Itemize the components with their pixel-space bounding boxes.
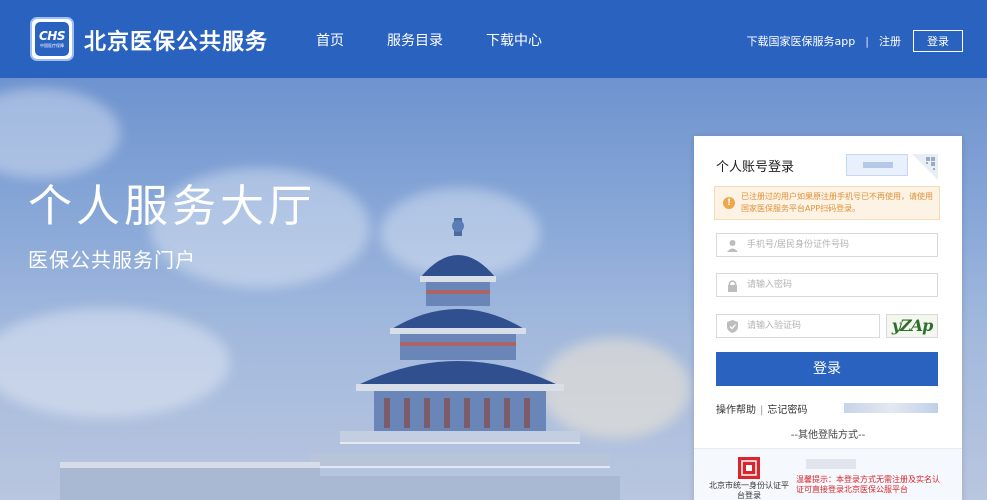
other-login-title: --其他登陆方式-- [790,430,866,441]
hero-title: 个人服务大厅 [28,181,316,232]
link-separator: | [760,405,764,416]
login-submit-button[interactable]: 登录 [716,352,938,386]
balustrade-image [60,462,320,500]
gov-emblem-icon[interactable] [738,457,760,479]
cloud [0,88,120,178]
warning-text: 温馨提示：本登录方式无需注册及实名认证可直接登录北京医保公服平台 [796,475,940,494]
temple-of-heaven-image [300,218,620,500]
qr-tip-text-blurred [863,162,893,168]
nav-service-catalog[interactable]: 服务目录 [387,30,443,50]
app-download-link[interactable]: 下载国家医保服务app [747,33,856,49]
login-panel: 个人账号登录 ! 已注册过的用户如果原注册手机号已不再使用，请使用国家医保服务平… [694,136,962,500]
gov-login-link[interactable]: 北京市统一身份认证平台登录 [708,481,790,500]
site-title: 北京医保公共服务 [84,30,269,55]
register-link[interactable]: 注册 [879,33,901,49]
user-icon [727,240,738,252]
captcha-field[interactable] [716,314,880,338]
qr-code-icon[interactable] [912,154,938,180]
login-panel-title: 个人账号登录 [716,160,795,175]
lock-icon [728,280,737,292]
nav-home[interactable]: 首页 [316,30,344,50]
alert-icon: ! [723,197,735,209]
account-input[interactable] [747,234,931,256]
other-login-area: 北京市统一身份认证平台登录 温馨提示：本登录方式无需注册及实名认证可直接登录北京… [694,448,962,500]
nav-download-center[interactable]: 下载中心 [486,30,542,50]
password-input[interactable] [747,274,931,296]
blurred-text [806,459,856,469]
blurred-link[interactable] [844,403,938,413]
notice-text: 已注册过的用户如果原注册手机号已不再使用，请使用国家医保服务平台APP扫码登录。 [741,192,933,213]
cloud [0,308,230,418]
account-field[interactable] [716,233,938,257]
captcha-input[interactable] [747,315,873,337]
shield-icon [727,320,738,333]
header-actions: 下载国家医保服务app | 注册 登录 [747,30,963,52]
notice-box: ! 已注册过的用户如果原注册手机号已不再使用，请使用国家医保服务平台APP扫码登… [714,186,940,220]
help-link[interactable]: 操作帮助 [716,405,756,416]
header-login-button[interactable]: 登录 [913,30,963,52]
logo[interactable]: CHS 中国医疗保障 [30,17,74,61]
forgot-password-link[interactable]: 忘记密码 [767,405,807,416]
qr-login-tip[interactable] [846,154,908,176]
help-links: 操作帮助 | 忘记密码 [716,401,807,416]
hero-subtitle: 医保公共服务门户 [28,248,196,272]
logo-subtitle: 中国医疗保障 [40,42,64,48]
logo-inner: CHS 中国医疗保障 [35,22,69,56]
password-field[interactable] [716,273,938,297]
header-separator: | [865,34,869,48]
logo-mark: CHS [39,28,66,43]
captcha-image[interactable]: yZAp [886,314,938,338]
top-header: CHS 中国医疗保障 北京医保公共服务 首页 服务目录 下载中心 下载国家医保服… [0,0,987,78]
